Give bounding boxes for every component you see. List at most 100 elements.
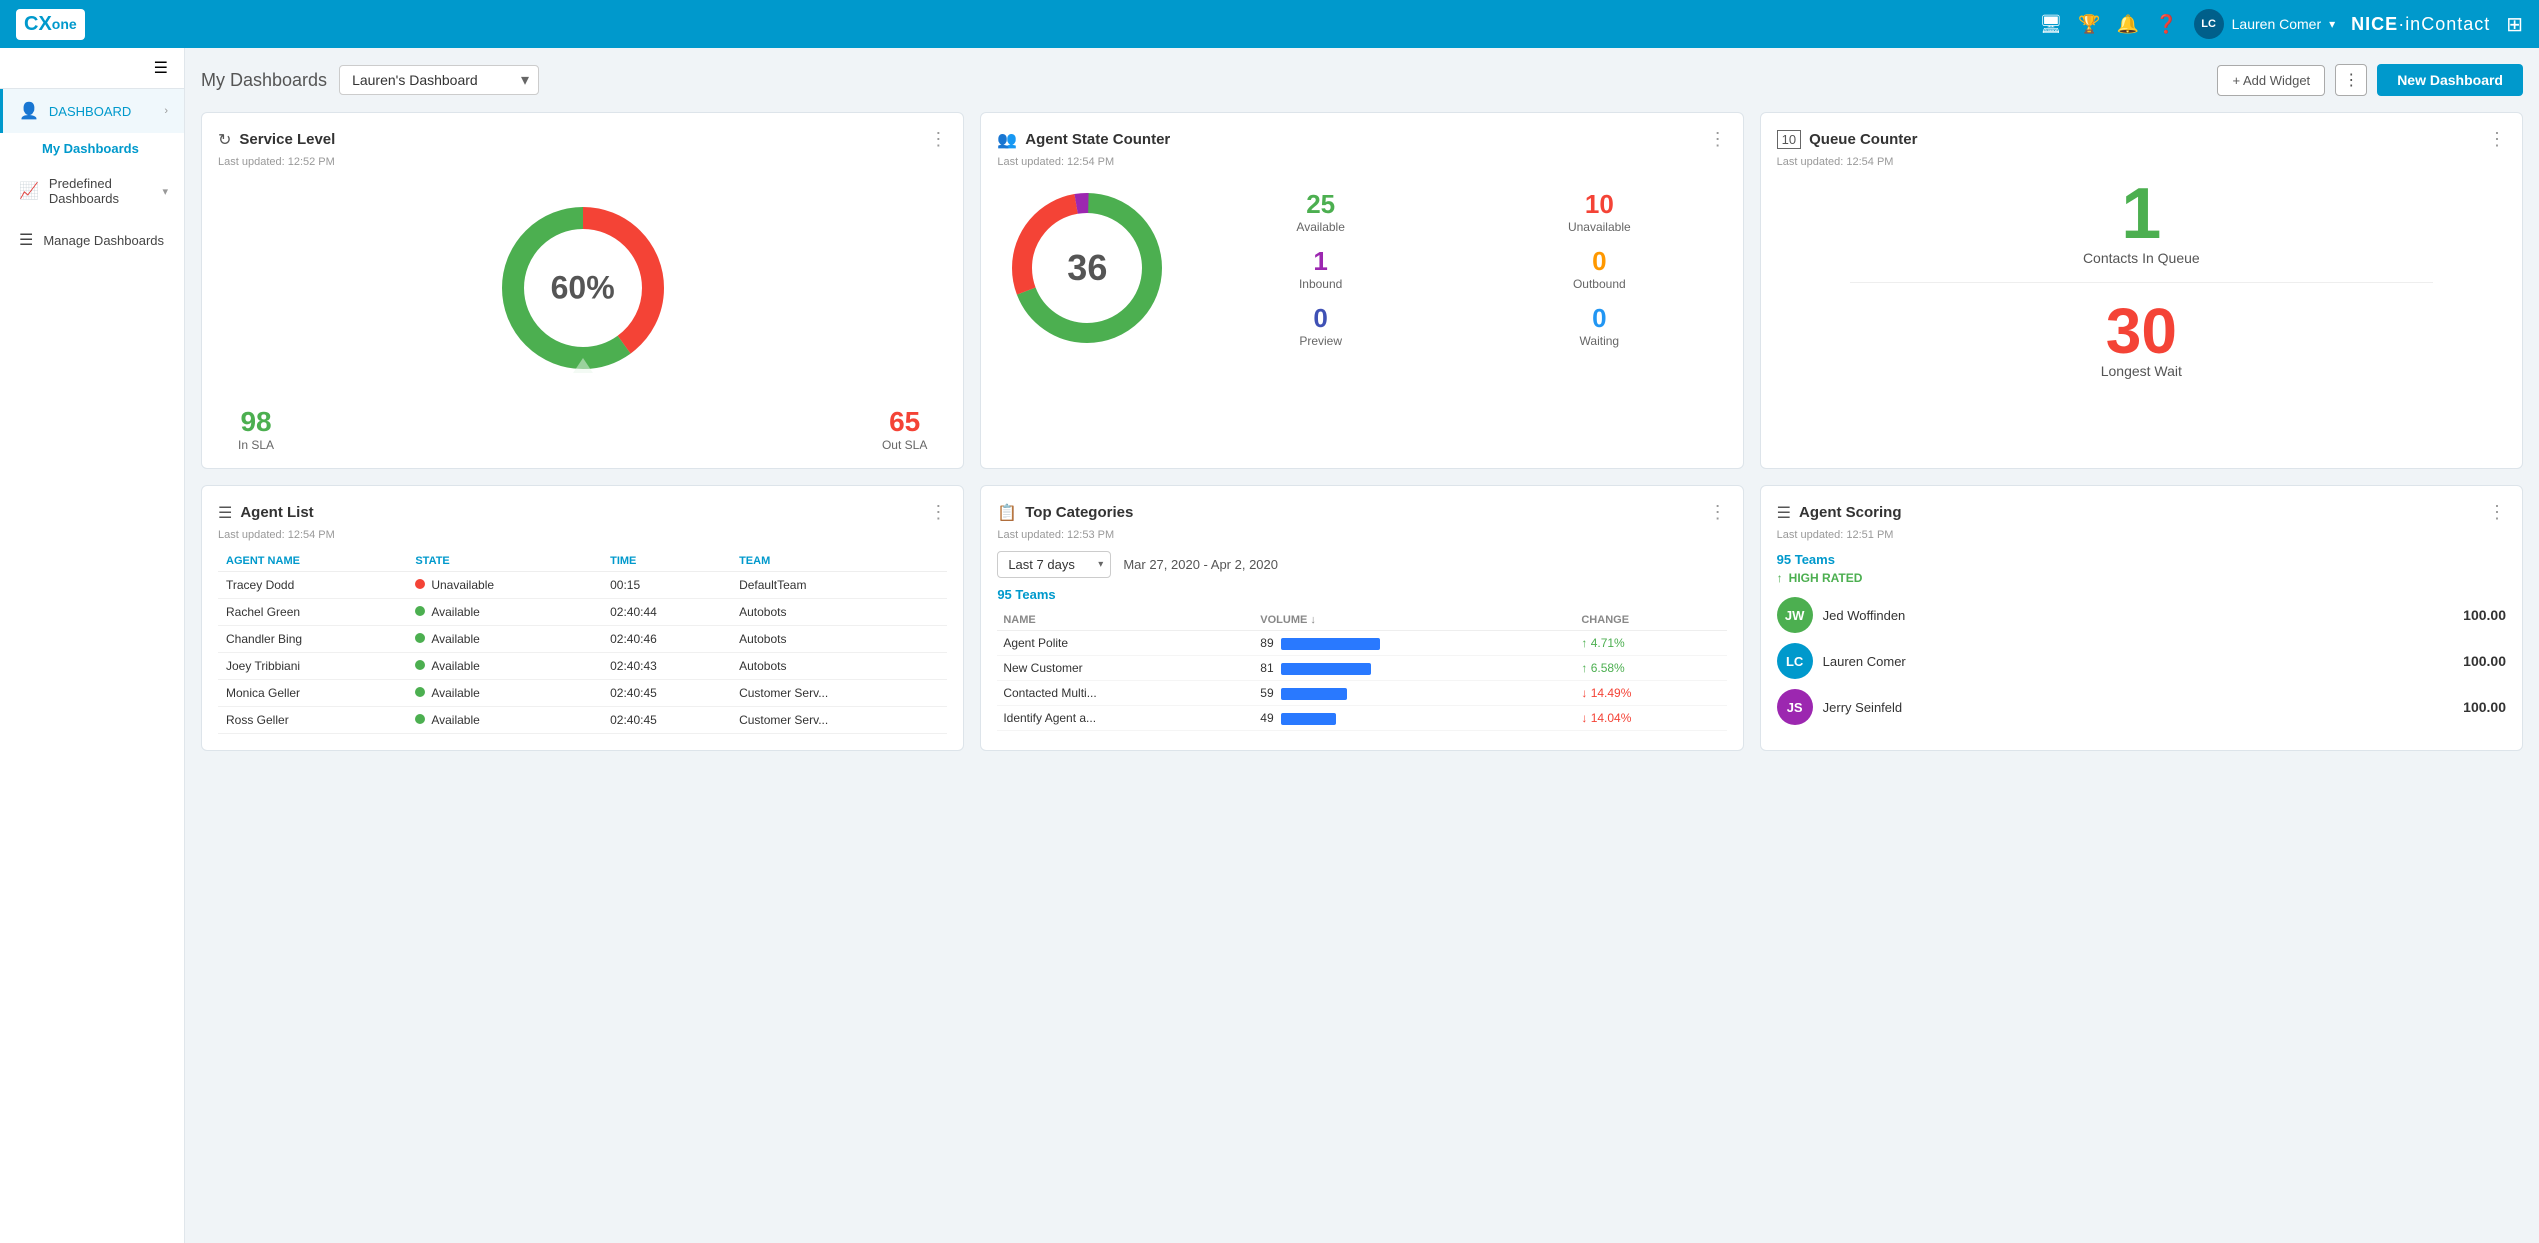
agent-time-cell: 02:40:45: [602, 707, 731, 734]
state-dot-icon: [415, 660, 425, 670]
change-indicator: 4.71%: [1581, 636, 1624, 650]
date-range-text: Mar 27, 2020 - Apr 2, 2020: [1123, 557, 1278, 572]
dashboard-icon: 👤: [19, 101, 39, 121]
in-sla-value: 98: [238, 406, 274, 438]
service-level-icon: ↻: [218, 130, 231, 150]
top-categories-menu-icon[interactable]: ⋮: [1709, 502, 1727, 523]
agent-total-value: 36: [1067, 247, 1107, 288]
queue-counter-header: 10 Queue Counter ⋮: [1777, 129, 2506, 150]
agent-state-cell: Available: [407, 680, 602, 707]
out-sla-value: 65: [882, 406, 927, 438]
unavailable-value: 10: [1472, 189, 1727, 220]
table-row: Contacted Multi... 59 14.49%: [997, 681, 1726, 706]
queue-counter-updated: Last updated: 12:54 PM: [1777, 156, 2506, 168]
new-dashboard-button[interactable]: New Dashboard: [2377, 64, 2523, 96]
agent-state-cell: Available: [407, 707, 602, 734]
bell-icon[interactable]: 🔔: [2117, 14, 2139, 35]
state-dot-icon: [415, 633, 425, 643]
agent-time-cell: 02:40:44: [602, 599, 731, 626]
top-cat-filter-row: Last 7 days Last 30 days Custom ▾ Mar 27…: [997, 551, 1726, 578]
service-level-menu-icon[interactable]: ⋮: [929, 129, 947, 150]
agent-state-body: 36 25 Available 10 Unavailable 1 Inbound: [997, 178, 1726, 358]
sidebar-item-predefined[interactable]: 📈 Predefined Dashboards ▾: [0, 164, 184, 218]
available-value: 25: [1193, 189, 1448, 220]
agent-scoring-title-row: ☰ Agent Scoring: [1777, 503, 1902, 523]
agent-stat-unavailable: 10 Unavailable: [1472, 189, 1727, 234]
agent-list-menu-icon[interactable]: ⋮: [929, 502, 947, 523]
agent-team-cell: Customer Serv...: [731, 680, 947, 707]
agent-list-title: Agent List: [240, 504, 313, 521]
cat-col-change: CHANGE: [1575, 610, 1726, 631]
volume-bar: [1281, 663, 1371, 675]
table-row: Monica Geller Available 02:40:45 Custome…: [218, 680, 947, 707]
help-icon[interactable]: ❓: [2155, 14, 2177, 35]
agent-state-menu-icon[interactable]: ⋮: [1709, 129, 1727, 150]
change-indicator: 6.58%: [1581, 661, 1624, 675]
agent-state-cell: Unavailable: [407, 572, 602, 599]
my-dashboards-label: My Dashboards: [42, 141, 139, 156]
agent-list-widget: ☰ Agent List ⋮ Last updated: 12:54 PM AG…: [201, 485, 964, 751]
agent-scoring-menu-icon[interactable]: ⋮: [2488, 502, 2506, 523]
agent-list-body: AGENT NAME STATE TIME TEAM Tracey Dodd U…: [218, 551, 947, 734]
table-row: New Customer 81 6.58%: [997, 656, 1726, 681]
header-right: + Add Widget ⋮ New Dashboard: [2217, 64, 2523, 96]
sidebar-dashboard-label: DASHBOARD: [49, 104, 154, 119]
outbound-value: 0: [1472, 246, 1727, 277]
sidebar-toggle[interactable]: ☰: [0, 48, 184, 89]
out-sla-stat: 65 Out SLA: [882, 406, 927, 452]
cat-change-cell: 14.04%: [1575, 706, 1726, 731]
queue-counter-icon: 10: [1777, 130, 1801, 149]
preview-value: 0: [1193, 303, 1448, 334]
dashboard-dropdown[interactable]: Lauren's Dashboard Default Dashboard Ope…: [339, 65, 539, 95]
agent-name-cell: Ross Geller: [218, 707, 407, 734]
inbound-label: Inbound: [1193, 277, 1448, 291]
in-sla-stat: 98 In SLA: [238, 406, 274, 452]
monitor-icon[interactable]: 🖥: [2040, 14, 2063, 35]
sidebar-item-my-dashboards[interactable]: My Dashboards: [42, 133, 184, 164]
top-categories-widget: 📋 Top Categories ⋮ Last updated: 12:53 P…: [980, 485, 1743, 751]
agent-name: Lauren Comer: [1823, 654, 2454, 669]
predefined-icon: 📈: [19, 181, 39, 201]
add-widget-button[interactable]: + Add Widget: [2217, 65, 2325, 96]
list-item: JW Jed Woffinden 100.00: [1777, 597, 2506, 633]
agent-avatar: JS: [1777, 689, 1813, 725]
agent-scoring-updated: Last updated: 12:51 PM: [1777, 529, 2506, 541]
queue-counter-title: Queue Counter: [1809, 131, 1917, 148]
date-filter-dropdown[interactable]: Last 7 days Last 30 days Custom: [997, 551, 1111, 578]
agent-name-cell: Rachel Green: [218, 599, 407, 626]
trophy-icon[interactable]: 🏆: [2078, 14, 2100, 35]
more-options-button[interactable]: ⋮: [2335, 64, 2367, 96]
top-cat-teams-link[interactable]: 95 Teams: [997, 587, 1055, 602]
cat-name-cell: Agent Polite: [997, 631, 1254, 656]
col-team: TEAM: [731, 551, 947, 572]
agent-state-cell: Available: [407, 653, 602, 680]
sidebar-item-manage[interactable]: ☰ Manage Dashboards: [0, 218, 184, 262]
logo-one: one: [52, 16, 77, 32]
cat-change-cell: 14.49%: [1575, 681, 1726, 706]
high-rated-arrow-icon: ↑: [1777, 571, 1783, 585]
table-row: Identify Agent a... 49 14.04%: [997, 706, 1726, 731]
agent-state-updated: Last updated: 12:54 PM: [997, 156, 1726, 168]
cat-volume-cell: 59: [1254, 681, 1575, 706]
cat-change-cell: 6.58%: [1575, 656, 1726, 681]
queue-counter-menu-icon[interactable]: ⋮: [2488, 129, 2506, 150]
longest-wait-label: Longest Wait: [2101, 363, 2182, 379]
agent-name: Jerry Seinfeld: [1823, 700, 2454, 715]
change-indicator: 14.49%: [1581, 686, 1631, 700]
service-level-title-row: ↻ Service Level: [218, 130, 335, 150]
user-menu[interactable]: LC Lauren Comer ▾: [2194, 9, 2336, 39]
service-level-percent-label: 60%: [551, 270, 615, 307]
agent-name: Jed Woffinden: [1823, 608, 2454, 623]
queue-counter-title-row: 10 Queue Counter: [1777, 130, 1918, 149]
available-label: Available: [1193, 220, 1448, 234]
cat-col-volume: VOLUME ↓: [1254, 610, 1575, 631]
state-dot-icon: [415, 714, 425, 724]
agent-stats-grid: 25 Available 10 Unavailable 1 Inbound 0 …: [1193, 189, 1726, 348]
scoring-teams-link[interactable]: 95 Teams: [1777, 552, 1835, 567]
sidebar-item-dashboard[interactable]: 👤 DASHBOARD ›: [0, 89, 184, 133]
col-time: TIME: [602, 551, 731, 572]
grid-icon[interactable]: ⊞: [2506, 12, 2523, 37]
in-sla-label: In SLA: [238, 438, 274, 452]
agent-scoring-widget: ☰ Agent Scoring ⋮ Last updated: 12:51 PM…: [1760, 485, 2523, 751]
agent-avatar: LC: [1777, 643, 1813, 679]
